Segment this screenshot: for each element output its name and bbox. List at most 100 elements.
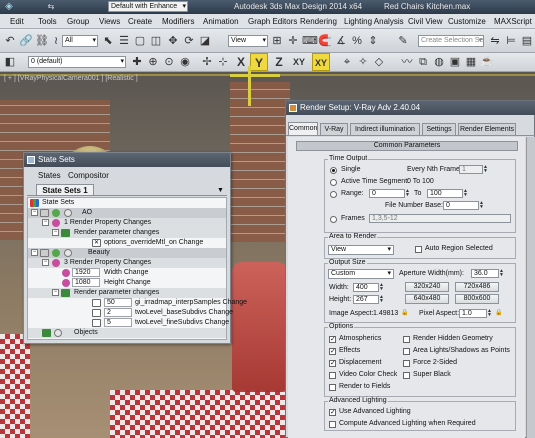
schematic-view-icon[interactable]: ⧉ <box>416 55 430 69</box>
compute-advanced-lighting-checkbox[interactable] <box>329 421 336 428</box>
selection-filter-dropdown[interactable]: All <box>62 35 98 47</box>
record-icon[interactable] <box>52 249 60 257</box>
pivot-center-icon[interactable]: ⊞ <box>270 34 284 48</box>
every-nth-field[interactable]: 1 <box>459 165 483 174</box>
undo-icon[interactable]: ↶ <box>3 34 17 48</box>
tab-vray[interactable]: V-Ray <box>320 123 348 135</box>
ref-coord-dropdown[interactable]: View <box>228 35 268 47</box>
tree-row-ao-override[interactable]: ✕ options_overrideMtl_on Change <box>28 238 226 248</box>
spinner-snap-icon[interactable]: ⇕ <box>366 34 380 48</box>
width-field[interactable]: 400 <box>353 283 379 292</box>
use-advanced-lighting-checkbox[interactable]: ✓ <box>329 409 336 416</box>
rectangular-selection-icon[interactable]: ▢ <box>133 34 147 48</box>
layer-manager-icon[interactable]: ▤ <box>520 34 534 48</box>
tab-common[interactable]: Common <box>288 122 318 135</box>
menu-maxscript[interactable]: MAXScript <box>494 17 532 26</box>
menu-states[interactable]: States <box>38 171 61 180</box>
menu-animation[interactable]: Animation <box>203 17 239 26</box>
axis-xy-button[interactable]: XY <box>290 53 308 71</box>
collapse-arrow-icon[interactable]: ▼ <box>217 187 224 194</box>
common-parameters-rollout[interactable]: Common Parameters <box>296 141 518 151</box>
pixel-aspect-spinner[interactable]: ▲ ▼ <box>487 309 492 318</box>
app-logo-icon[interactable]: ◈ <box>2 0 16 14</box>
tree-row-beauty-rpc[interactable]: − 3 Render Property Changes <box>28 258 226 268</box>
area-to-render-dropdown[interactable]: View <box>328 245 394 255</box>
edit-named-selection-icon[interactable]: ✎ <box>396 34 410 48</box>
layer-icon[interactable]: ◧ <box>3 55 17 69</box>
aperture-field[interactable]: 36.0 <box>471 269 499 278</box>
tree-row-objects[interactable]: Objects <box>28 328 226 338</box>
pixel-aspect-field[interactable]: 1.0 <box>459 309 487 318</box>
expand-toggle-icon[interactable]: − <box>31 209 38 216</box>
video-color-checkbox[interactable] <box>329 372 336 379</box>
keyboard-shortcut-icon[interactable]: ⌨ <box>302 34 318 48</box>
rendered-frame-icon[interactable]: ▦ <box>464 55 478 69</box>
select-scale-icon[interactable]: ◪ <box>198 34 212 48</box>
tree-row-ao[interactable]: − AO <box>28 208 226 218</box>
output-size-preset-dropdown[interactable]: Custom <box>328 269 394 279</box>
preset-320x240-button[interactable]: 320x240 <box>405 282 449 292</box>
menu-customize[interactable]: Customize <box>448 17 486 26</box>
select-move-icon[interactable]: ✥ <box>166 34 180 48</box>
frames-radio[interactable] <box>330 216 337 223</box>
effects-checkbox[interactable]: ✓ <box>329 348 336 355</box>
tree-row-base[interactable]: 2 twoLevel_baseSubdivs Change <box>28 308 233 318</box>
menu-graph-editors[interactable]: Graph Editors <box>248 17 297 26</box>
add-to-layer-icon[interactable]: ⊕ <box>146 55 160 69</box>
select-layer-icon[interactable]: ⊙ <box>162 55 176 69</box>
axis-xy-plane-button[interactable]: XY <box>312 53 330 71</box>
camera-state-icon[interactable] <box>64 209 72 217</box>
render-setup-icon[interactable]: ▣ <box>448 55 462 69</box>
render-hidden-checkbox[interactable] <box>403 336 410 343</box>
frames-field[interactable]: 1,3,5-12 <box>369 214 511 223</box>
preset-640x480-button[interactable]: 640x480 <box>405 294 449 304</box>
camera-state-icon[interactable] <box>64 249 72 257</box>
tree-row-beauty-rparam[interactable]: − Render parameter changes <box>28 288 226 298</box>
render-setup-titlebar[interactable]: Render Setup: V-Ray Adv 2.40.04 <box>286 101 535 115</box>
file-number-base-field[interactable]: 0 <box>443 201 479 210</box>
mirror-icon[interactable]: ⇋ <box>488 34 502 48</box>
set-current-layer-icon[interactable]: ◉ <box>178 55 192 69</box>
height-field[interactable]: 267 <box>353 295 379 304</box>
menu-create[interactable]: Create <box>128 17 152 26</box>
axis-y-button[interactable]: Y <box>250 53 268 71</box>
layer-dropdown[interactable]: 0 (default) <box>28 56 126 68</box>
menu-compositor[interactable]: Compositor <box>68 171 109 180</box>
unlink-icon[interactable]: ⛓ <box>35 34 49 48</box>
select-object-icon[interactable]: ⬉ <box>101 34 115 48</box>
tree-row-height[interactable]: 1080 Height Change <box>28 278 226 288</box>
aperture-spinner[interactable]: ▲ ▼ <box>499 269 504 278</box>
preset-800x600-button[interactable]: 800x600 <box>455 294 499 304</box>
menu-lighting-analysis[interactable]: Lighting Analysis <box>344 17 404 26</box>
range-from-spinner[interactable]: ▲ ▼ <box>405 189 410 198</box>
area-lights-checkbox[interactable] <box>403 348 410 355</box>
tab-indirect-illumination[interactable]: Indirect illumination <box>350 123 420 135</box>
record-icon[interactable] <box>52 209 60 217</box>
preset-720x486-button[interactable]: 720x486 <box>455 282 499 292</box>
snap-vertex-icon[interactable]: ✧ <box>356 55 370 69</box>
axis-z-button[interactable]: Z <box>270 53 288 71</box>
super-black-checkbox[interactable] <box>403 372 410 379</box>
quick-access-icon[interactable]: ⇆ <box>44 0 58 14</box>
displacement-checkbox[interactable]: ✓ <box>329 360 336 367</box>
range-radio[interactable] <box>330 191 337 198</box>
active-segment-radio[interactable] <box>330 179 337 186</box>
select-by-name-icon[interactable]: ☰ <box>117 34 131 48</box>
select-rotate-icon[interactable]: ⟳ <box>182 34 196 48</box>
atmospherics-checkbox[interactable]: ✓ <box>329 336 336 343</box>
tab-render-elements[interactable]: Render Elements <box>458 123 516 135</box>
constraints-icon[interactable]: ✢ <box>200 55 214 69</box>
height-spinner[interactable]: ▲ ▼ <box>379 295 384 304</box>
select-manipulate-icon[interactable]: ✛ <box>286 34 300 48</box>
state-sets-tree[interactable]: State Sets − AO − 1 Render Property Chan… <box>27 197 247 340</box>
width-value[interactable]: 1920 <box>72 268 100 277</box>
menu-edit[interactable]: Edit <box>10 17 24 26</box>
render-teapot-icon[interactable]: ☕ <box>480 55 494 69</box>
render-fields-checkbox[interactable] <box>329 384 336 391</box>
tree-row-ao-rpc[interactable]: − 1 Render Property Changes <box>28 218 226 228</box>
width-spinner[interactable]: ▲ ▼ <box>379 283 384 292</box>
viewport-label[interactable]: [ + ] [VRayPhysicalCamera001 ] [Realisti… <box>4 75 138 82</box>
menu-rendering[interactable]: Rendering <box>300 17 337 26</box>
fine-subdivs-value[interactable]: 5 <box>104 318 132 327</box>
base-subdivs-value[interactable]: 2 <box>104 308 132 317</box>
